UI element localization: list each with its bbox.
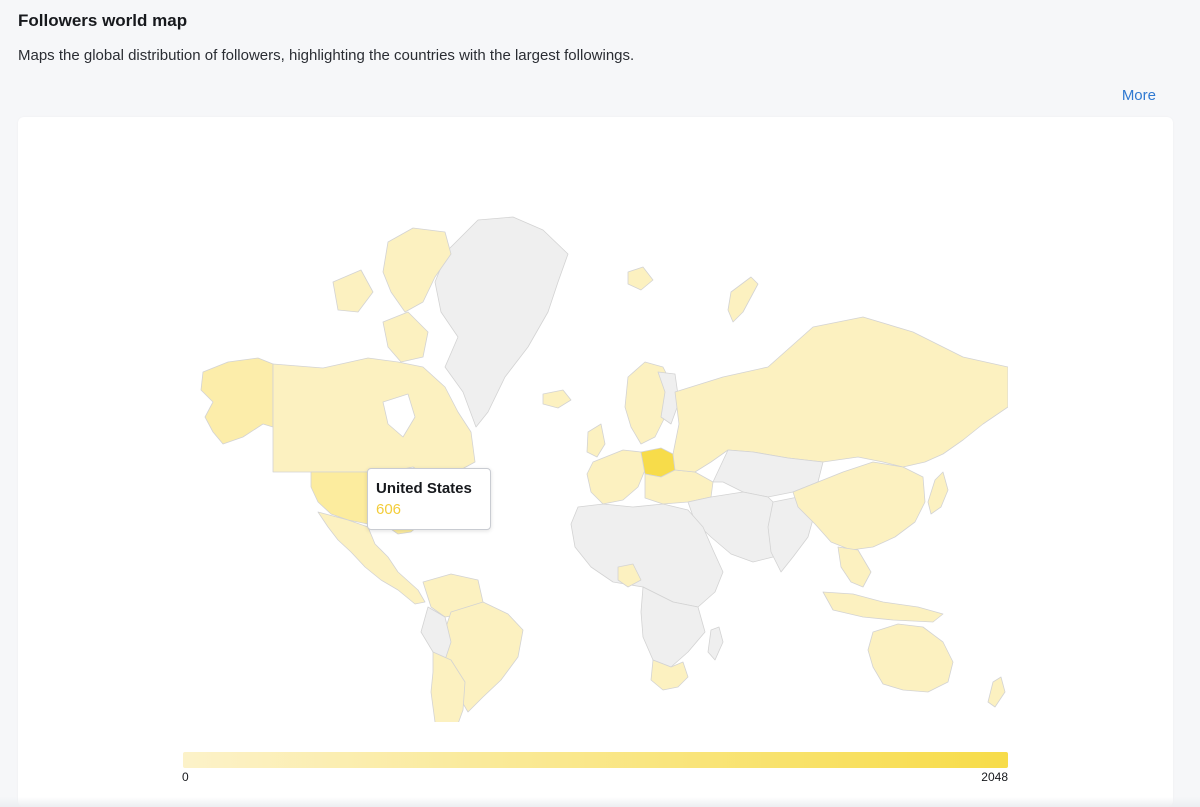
- country-canada-islands-3[interactable]: [382, 311, 429, 363]
- color-scale-legend: [183, 752, 1008, 768]
- legend-max-label: 2048: [981, 770, 1008, 784]
- country-western-europe[interactable]: [586, 449, 646, 505]
- page-title: Followers world map: [18, 11, 188, 30]
- map-card: United States 606 0 2048: [18, 117, 1173, 807]
- legend-min-label: 0: [182, 770, 189, 784]
- tooltip-country: United States: [376, 480, 472, 497]
- country-se-asia[interactable]: [837, 546, 872, 588]
- country-madagascar[interactable]: [707, 626, 724, 661]
- country-alaska[interactable]: [200, 357, 274, 445]
- world-map[interactable]: [183, 162, 1008, 722]
- tooltip-value: 606: [376, 501, 402, 518]
- more-link[interactable]: More: [1122, 87, 1156, 104]
- country-canada[interactable]: [272, 357, 476, 481]
- country-uk[interactable]: [586, 423, 606, 458]
- page-subtitle: Maps the global distribution of follower…: [18, 47, 635, 64]
- country-japan[interactable]: [927, 471, 949, 515]
- country-russia[interactable]: [672, 316, 1008, 473]
- country-iceland[interactable]: [542, 389, 572, 409]
- country-canada-islands-2[interactable]: [332, 269, 374, 313]
- country-new-zealand[interactable]: [987, 676, 1006, 708]
- country-australia[interactable]: [867, 623, 954, 693]
- map-tooltip: United States 606: [367, 468, 491, 530]
- bottom-fade: [0, 797, 1200, 807]
- country-indonesia[interactable]: [822, 591, 944, 623]
- country-svalbard[interactable]: [627, 266, 654, 291]
- country-novaya-zemlya[interactable]: [727, 276, 759, 323]
